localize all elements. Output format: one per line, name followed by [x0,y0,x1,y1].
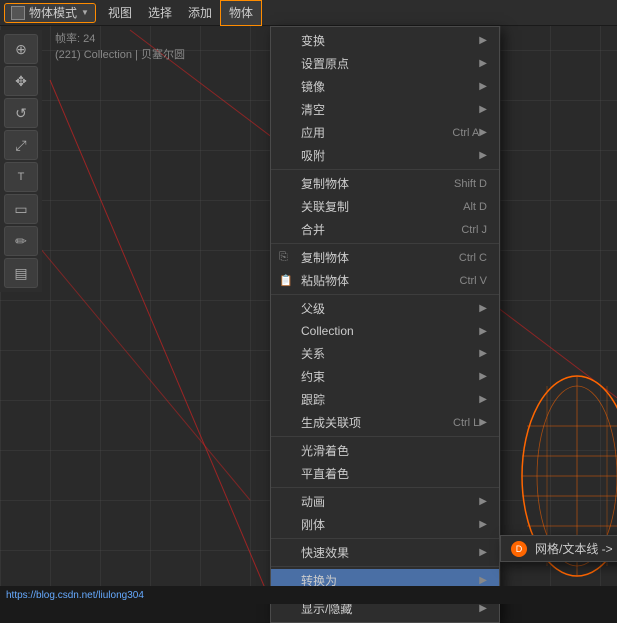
menu-section-anim: 动画 ▶ 刚体 ▶ [271,488,499,539]
menu-item-join[interactable]: 合并 Ctrl J [271,218,499,241]
menu-item-relations[interactable]: 关系 ▶ [271,342,499,365]
menu-item-transform[interactable]: 变换 ▶ [271,29,499,52]
arrow-icon: ▶ [479,371,487,382]
menu-item-collection[interactable]: Collection ▶ [271,320,499,342]
mode-label: 物体模式 [29,4,77,21]
paste-icon: 📋 [279,274,293,287]
arrow-icon: ▶ [479,519,487,530]
arrow-icon: ▶ [479,104,487,115]
arrow-icon: ▶ [479,394,487,405]
menu-item-paste[interactable]: 📋 粘贴物体 Ctrl V [271,269,499,292]
measure-btn[interactable]: ▤ [4,258,38,288]
menu-item-animation[interactable]: 动画 ▶ [271,490,499,513]
menu-section-transform: 变换 ▶ 设置原点 ▶ 镜像 ▶ 清空 ▶ 应用 Ctrl A ▶ 吸附 ▶ [271,27,499,170]
menu-item-track[interactable]: 跟踪 ▶ [271,388,499,411]
url-bar: https://blog.csdn.net/liulong304 [0,586,617,604]
annotate-btn[interactable]: ▭ [4,194,38,224]
scale-tool-btn[interactable]: ⤢ [4,130,38,160]
arrow-icon: ▶ [479,326,487,337]
menu-item-constraints[interactable]: 约束 ▶ [271,365,499,388]
menu-add[interactable]: 添加 [180,0,220,26]
menu-object[interactable]: 物体 [220,0,262,26]
mode-selector[interactable]: 物体模式 ▼ [4,3,96,23]
menu-item-clear[interactable]: 清空 ▶ [271,98,499,121]
arrow-icon: ▶ [479,35,487,46]
shortcut-label: Ctrl V [460,275,488,287]
arrow-icon: ▶ [479,127,487,138]
menu-section-shading: 光滑着色 平直着色 [271,437,499,488]
menu-section-effects: 快速效果 ▶ [271,539,499,567]
rotate-tool-btn[interactable]: ↺ [4,98,38,128]
menu-item-make-links[interactable]: 生成关联项 Ctrl L ▶ [271,411,499,434]
shortcut-label: Ctrl C [459,252,487,264]
mode-dropdown-arrow: ▼ [81,8,89,17]
mode-icon [11,6,25,20]
fps-info: 帧率: 24 [55,30,185,46]
menu-section-duplicate: 复制物体 Shift D 关联复制 Alt D 合并 Ctrl J [271,170,499,244]
cursor-tool-btn[interactable]: ⊕ [4,34,38,64]
menu-item-link-dup[interactable]: 关联复制 Alt D [271,195,499,218]
arrow-icon: ▶ [479,81,487,92]
convert-submenu: D 网格/文本线 -> 曲线 [500,535,617,562]
shortcut-label: Alt D [463,201,487,213]
shortcut-label: Ctrl J [461,224,487,236]
shortcut-label: Ctrl L [453,417,479,429]
object-dropdown-menu: 变换 ▶ 设置原点 ▶ 镜像 ▶ 清空 ▶ 应用 Ctrl A ▶ 吸附 ▶ 复… [270,26,500,623]
arrow-icon: ▶ [479,58,487,69]
menu-item-rigid-body[interactable]: 刚体 ▶ [271,513,499,536]
convert-icon: D [511,541,527,557]
url-text: https://blog.csdn.net/liulong304 [6,590,144,601]
info-text: 帧率: 24 (221) Collection | 贝塞尔圆 [55,30,185,62]
menu-item-flat[interactable]: 平直着色 [271,462,499,485]
copy-icon: ⎘ [279,251,288,264]
move-tool-btn[interactable]: ✥ [4,66,38,96]
menu-select[interactable]: 选择 [140,0,180,26]
arrow-icon: ▶ [479,348,487,359]
arrow-icon: ▶ [479,603,487,614]
shortcut-label: Shift D [454,178,487,190]
menu-item-apply[interactable]: 应用 Ctrl A ▶ [271,121,499,144]
menu-section-copypaste: ⎘ 复制物体 Ctrl C 📋 粘贴物体 Ctrl V [271,244,499,295]
menu-item-smooth[interactable]: 光滑着色 [271,439,499,462]
menu-item-parent[interactable]: 父级 ▶ [271,297,499,320]
submenu-item-mesh-to-curve[interactable]: D 网格/文本线 -> 曲线 [501,536,617,561]
shortcut-label: Ctrl A [452,127,479,139]
menu-section-relations: 父级 ▶ Collection ▶ 关系 ▶ 约束 ▶ 跟踪 ▶ 生成关联项 C… [271,295,499,437]
arrow-icon: ▶ [479,150,487,161]
menu-item-copy[interactable]: ⎘ 复制物体 Ctrl C [271,246,499,269]
transform-tool-btn[interactable]: T [4,162,38,192]
menu-item-quick-effects[interactable]: 快速效果 ▶ [271,541,499,564]
menu-item-duplicate[interactable]: 复制物体 Shift D [271,172,499,195]
arrow-icon: ▶ [479,417,487,428]
arrow-icon: ▶ [479,496,487,507]
menu-view[interactable]: 视图 [100,0,140,26]
arrow-icon: ▶ [479,575,487,586]
menu-item-snap[interactable]: 吸附 ▶ [271,144,499,167]
menubar: 物体模式 ▼ 视图 选择 添加 物体 [0,0,617,26]
arrow-icon: ▶ [479,547,487,558]
submenu-label: 网格/文本线 -> 曲线 [535,540,617,557]
arrow-icon: ▶ [479,303,487,314]
collection-info: (221) Collection | 贝塞尔圆 [55,46,185,62]
draw-btn[interactable]: ✏ [4,226,38,256]
menu-item-set-origin[interactable]: 设置原点 ▶ [271,52,499,75]
left-toolbar: ⊕ ✥ ↺ ⤢ T ▭ ✏ ▤ [0,30,42,292]
menu-item-mirror[interactable]: 镜像 ▶ [271,75,499,98]
